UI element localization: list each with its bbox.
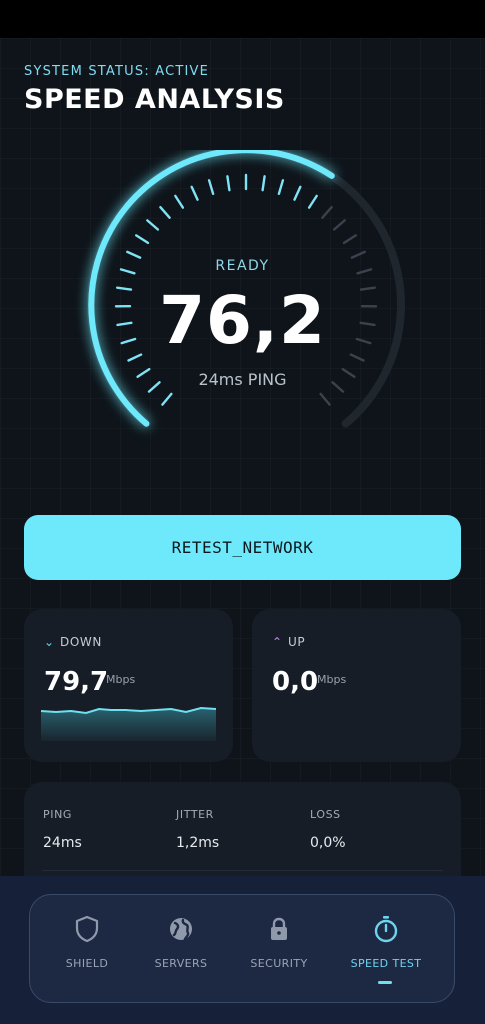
stat-jitter: JITTER 1,2ms xyxy=(176,808,219,851)
active-indicator xyxy=(378,981,392,984)
nav-item-shield[interactable]: SHIELD xyxy=(34,895,140,1002)
nav-item-speed-test[interactable]: SPEED TEST xyxy=(333,895,439,1002)
bottom-nav: SHIELD SERVERS SECURITY SPEED TEST xyxy=(29,894,455,1003)
nav-label-shield: SHIELD xyxy=(65,957,109,970)
chevron-up-icon: ⌃ xyxy=(272,635,283,649)
upload-value: 0,0 xyxy=(272,667,319,697)
stat-ping-value: 24ms xyxy=(43,835,82,851)
gauge-tick xyxy=(277,179,285,195)
gauge-tick xyxy=(293,185,302,201)
download-label: DOWN xyxy=(60,635,102,649)
gauge-tick xyxy=(350,250,366,259)
speed-value: 76,2 xyxy=(159,282,326,359)
gauge-tick xyxy=(161,392,173,406)
nav-item-servers[interactable]: SERVERS xyxy=(128,895,234,1002)
download-card: ⌄ DOWN 79,7 Mbps xyxy=(24,609,233,762)
gauge-tick xyxy=(319,392,331,406)
upload-card: ⌃ UP 0,0 Mbps xyxy=(252,609,461,762)
nav-label-speed-test: SPEED TEST xyxy=(350,957,422,970)
stat-loss-label: LOSS xyxy=(310,808,341,821)
stopwatch-icon xyxy=(374,916,398,943)
download-sparkline xyxy=(41,706,216,741)
upload-unit: Mbps xyxy=(317,673,347,686)
nav-label-servers: SERVERS xyxy=(154,957,208,970)
divider xyxy=(42,870,443,871)
gauge-tick xyxy=(332,219,346,231)
gauge-tick xyxy=(342,234,357,245)
ping-value: 24ms PING xyxy=(198,370,287,389)
stat-loss-value: 0,0% xyxy=(310,835,346,851)
gauge-tick xyxy=(159,206,171,219)
stat-jitter-value: 1,2ms xyxy=(176,835,220,851)
globe-icon xyxy=(170,918,192,941)
nav-label-security: SECURITY xyxy=(250,957,308,970)
gauge-tick xyxy=(261,175,266,192)
gauge-tick xyxy=(207,179,215,195)
upload-label: UP xyxy=(288,635,306,649)
chevron-down-icon: ⌄ xyxy=(44,635,55,649)
gauge-tick xyxy=(307,194,318,209)
download-unit: Mbps xyxy=(106,673,136,686)
retest-network-button[interactable]: RETEST_NETWORK xyxy=(24,515,461,580)
nav-item-security[interactable]: SECURITY xyxy=(226,895,332,1002)
lock-icon xyxy=(271,917,287,940)
gauge-tick xyxy=(174,194,185,209)
shield-icon xyxy=(75,915,99,943)
gauge-tick xyxy=(134,234,150,245)
gauge-tick xyxy=(146,219,160,231)
page-title: SPEED ANALYSIS xyxy=(24,84,285,115)
stat-ping: PING 24ms xyxy=(43,808,82,851)
gauge-state: READY xyxy=(215,258,270,274)
gauge-tick xyxy=(321,206,333,219)
stat-ping-label: PING xyxy=(43,808,73,821)
system-status: SYSTEM STATUS: ACTIVE xyxy=(24,64,210,79)
gauge-tick xyxy=(190,185,199,201)
stat-jitter-label: JITTER xyxy=(176,808,214,821)
status-bar xyxy=(0,0,485,38)
gauge-tick xyxy=(126,250,142,259)
gauge-tick xyxy=(226,175,231,192)
stat-loss: LOSS 0,0% xyxy=(310,808,346,851)
download-value: 79,7 xyxy=(44,667,109,697)
